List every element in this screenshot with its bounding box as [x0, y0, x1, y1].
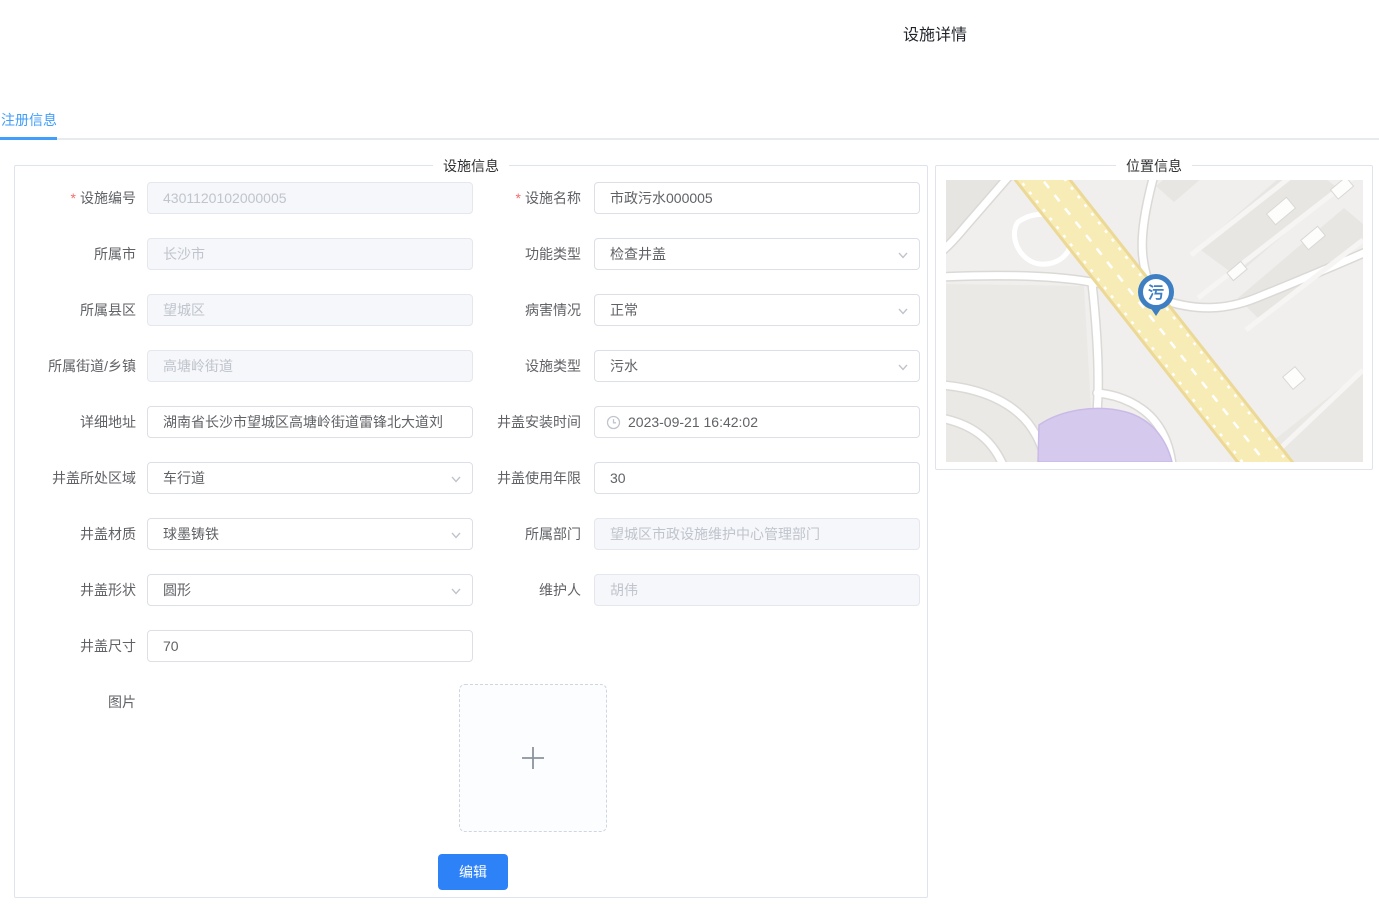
form-row: 井盖尺寸	[15, 630, 927, 662]
facility-name-input[interactable]	[594, 182, 920, 214]
service-years-input[interactable]	[594, 462, 920, 494]
facility-name-label: *设施名称	[401, 182, 581, 214]
location-map[interactable]: 污	[946, 180, 1363, 462]
section-legend-location: 位置信息	[1116, 156, 1192, 176]
marker-glyph: 污	[1148, 283, 1164, 302]
department-label: 所属部门	[401, 518, 581, 550]
street-label: 所属街道/乡镇	[15, 350, 136, 382]
form-row: 井盖材质 球墨铸铁 所属部门	[15, 518, 927, 550]
tab-active-indicator	[0, 137, 57, 140]
form-row: 所属街道/乡镇 设施类型 污水	[15, 350, 927, 382]
maintainer-input	[594, 574, 920, 606]
chevron-down-icon	[896, 360, 910, 374]
section-legend-facility: 设施信息	[433, 156, 509, 176]
tab-register-info[interactable]: 注册信息	[1, 110, 57, 130]
district-label: 所属县区	[15, 294, 136, 326]
map-canvas: 污	[946, 180, 1363, 462]
cover-material-label: 井盖材质	[15, 518, 136, 550]
location-info-panel: 位置信息	[935, 165, 1373, 470]
facility-info-panel: 设施信息 *设施编号 *设施名称 所属市 功能类型 检查井盖 所属县区 病害情况…	[14, 165, 928, 898]
tab-bar: 注册信息	[0, 103, 1379, 140]
page-title: 设施详情	[903, 21, 967, 45]
city-label: 所属市	[15, 238, 136, 270]
facility-type-label: 设施类型	[401, 350, 581, 382]
maintainer-label: 维护人	[401, 574, 581, 606]
form-row: 详细地址 井盖安装时间 2023-09-21 16:42:02	[15, 406, 927, 438]
facility-detail-page: 设施详情 注册信息 设施信息 *设施编号 *设施名称 所属市 功能类型 检查井盖…	[0, 0, 1379, 905]
install-time-label: 井盖安装时间	[401, 406, 581, 438]
department-input	[594, 518, 920, 550]
cover-size-label: 井盖尺寸	[15, 630, 136, 662]
address-label: 详细地址	[15, 406, 136, 438]
required-mark: *	[516, 190, 521, 206]
clock-icon	[606, 415, 621, 430]
image-label: 图片	[15, 686, 136, 718]
facility-type-select[interactable]: 污水	[594, 350, 920, 382]
chevron-down-icon	[896, 304, 910, 318]
service-years-label: 井盖使用年限	[401, 462, 581, 494]
facility-code-label: *设施编号	[15, 182, 136, 214]
form-row: *设施编号 *设施名称	[15, 182, 927, 214]
required-mark: *	[71, 190, 76, 206]
image-upload[interactable]	[459, 684, 607, 832]
form-row: 所属县区 病害情况 正常	[15, 294, 927, 326]
chevron-down-icon	[896, 248, 910, 262]
function-type-label: 功能类型	[401, 238, 581, 270]
disease-status-select[interactable]: 正常	[594, 294, 920, 326]
disease-status-label: 病害情况	[401, 294, 581, 326]
form-row: 井盖形状 圆形 维护人	[15, 574, 927, 606]
install-time-picker[interactable]: 2023-09-21 16:42:02	[594, 406, 920, 438]
form-row: 井盖所处区域 车行道 井盖使用年限	[15, 462, 927, 494]
function-type-select[interactable]: 检查井盖	[594, 238, 920, 270]
cover-shape-label: 井盖形状	[15, 574, 136, 606]
cover-area-label: 井盖所处区域	[15, 462, 136, 494]
plus-icon	[519, 744, 547, 772]
edit-button[interactable]: 编辑	[438, 854, 508, 890]
form-row: 所属市 功能类型 检查井盖	[15, 238, 927, 270]
cover-size-input[interactable]	[147, 630, 473, 662]
